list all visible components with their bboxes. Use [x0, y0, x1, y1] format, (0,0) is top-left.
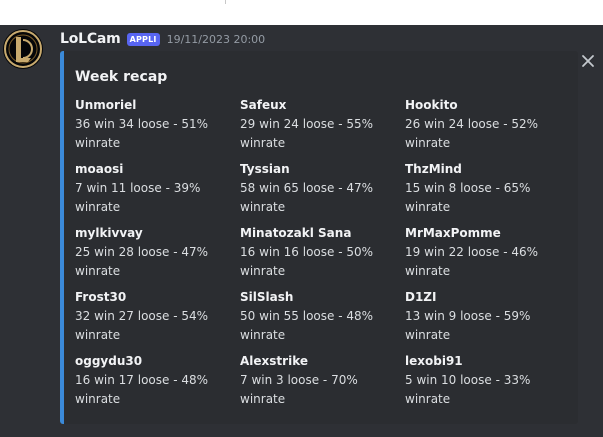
embed-field: D1ZI 13 win 9 loose - 59% winrate — [405, 288, 565, 345]
close-icon[interactable] — [578, 51, 598, 71]
player-stats: 7 win 3 loose - 70% winrate — [240, 373, 358, 406]
player-name: moaosi — [75, 162, 124, 176]
player-name: Tyssian — [240, 162, 290, 176]
embed-card: Week recap Unmoriel 36 win 34 loose - 51… — [60, 51, 578, 424]
author-name[interactable]: LoLCam — [60, 31, 121, 47]
player-stats: 13 win 9 loose - 59% winrate — [405, 309, 531, 342]
chat-message: LoLCam APPLI 19/11/2023 20:00 Week recap… — [0, 25, 603, 437]
player-name: MrMaxPomme — [405, 226, 501, 240]
top-band-tick — [225, 0, 226, 4]
player-stats: 16 win 17 loose - 48% winrate — [75, 373, 209, 406]
player-stats: 7 win 11 loose - 39% winrate — [75, 181, 201, 214]
player-name: Minatozakl Sana — [240, 226, 352, 240]
player-name: Unmoriel — [75, 98, 137, 112]
player-stats: 32 win 27 loose - 54% winrate — [75, 309, 209, 342]
message-timestamp: 19/11/2023 20:00 — [166, 32, 266, 46]
top-band — [0, 0, 603, 25]
embed-field: lexobi91 5 win 10 loose - 33% winrate — [405, 352, 565, 409]
embed-field: ThzMind 15 win 8 loose - 65% winrate — [405, 160, 565, 217]
player-stats: 29 win 24 loose - 55% winrate — [240, 117, 374, 150]
embed-field: moaosi 7 win 11 loose - 39% winrate — [75, 160, 235, 217]
embed-field: Unmoriel 36 win 34 loose - 51% winrate — [75, 96, 235, 153]
player-stats: 15 win 8 loose - 65% winrate — [405, 181, 531, 214]
embed-field: Safeux 29 win 24 loose - 55% winrate — [240, 96, 400, 153]
player-stats: 16 win 16 loose - 50% winrate — [240, 245, 374, 278]
player-name: Frost30 — [75, 290, 127, 304]
player-name: Hookito — [405, 98, 458, 112]
player-stats: 36 win 34 loose - 51% winrate — [75, 117, 209, 150]
player-stats: 50 win 55 loose - 48% winrate — [240, 309, 374, 342]
player-name: ThzMind — [405, 162, 462, 176]
player-name: D1ZI — [405, 290, 437, 304]
embed-field: oggydu30 16 win 17 loose - 48% winrate — [75, 352, 235, 409]
player-stats: 19 win 22 loose - 46% winrate — [405, 245, 539, 278]
player-name: Safeux — [240, 98, 287, 112]
player-name: SilSlash — [240, 290, 294, 304]
player-stats: 5 win 10 loose - 33% winrate — [405, 373, 531, 406]
embed-title: Week recap — [75, 69, 168, 85]
player-stats: 25 win 28 loose - 47% winrate — [75, 245, 209, 278]
app-badge: APPLI — [126, 32, 160, 46]
player-name: mylkivvay — [75, 226, 143, 240]
player-name: Alexstrike — [240, 354, 308, 368]
embed-field: Alexstrike 7 win 3 loose - 70% winrate — [240, 352, 400, 409]
embed-field: Frost30 32 win 27 loose - 54% winrate — [75, 288, 235, 345]
player-name: lexobi91 — [405, 354, 463, 368]
embed-field: Tyssian 58 win 65 loose - 47% winrate — [240, 160, 400, 217]
player-stats: 26 win 24 loose - 52% winrate — [405, 117, 539, 150]
player-name: oggydu30 — [75, 354, 143, 368]
player-stats: 58 win 65 loose - 47% winrate — [240, 181, 374, 214]
league-of-legends-logo-icon[interactable] — [3, 29, 43, 69]
embed-field: SilSlash 50 win 55 loose - 48% winrate — [240, 288, 400, 345]
message-header: LoLCam APPLI 19/11/2023 20:00 — [60, 29, 265, 49]
embed-field: mylkivvay 25 win 28 loose - 47% winrate — [75, 224, 235, 281]
embed-field: Minatozakl Sana 16 win 16 loose - 50% wi… — [240, 224, 400, 281]
embed-field: MrMaxPomme 19 win 22 loose - 46% winrate — [405, 224, 565, 281]
embed-field: Hookito 26 win 24 loose - 52% winrate — [405, 96, 565, 153]
